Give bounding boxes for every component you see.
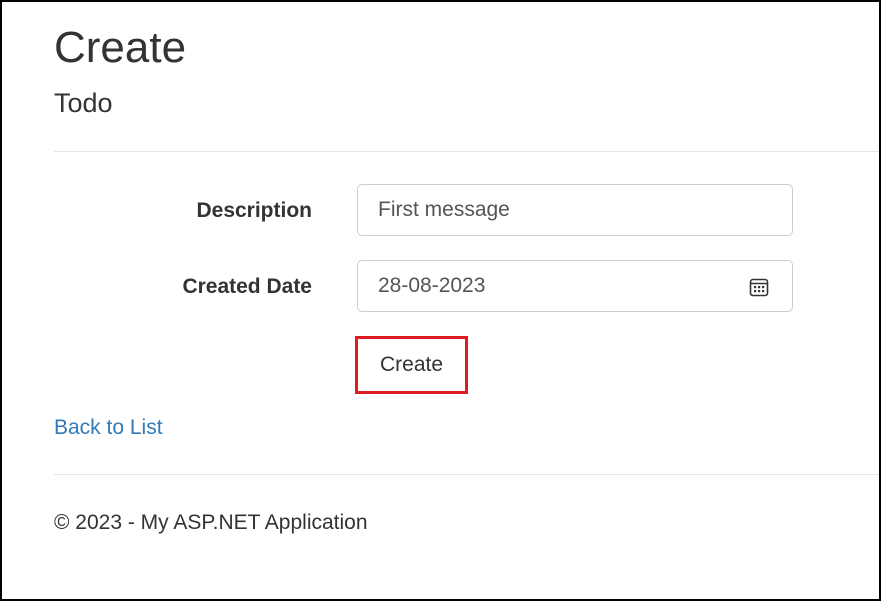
back-to-list-link[interactable]: Back to List [54, 414, 163, 442]
created-date-label: Created Date [182, 275, 312, 298]
created-date-input-value: 28-08-2023 [378, 274, 486, 297]
create-button-highlight: Create [355, 336, 468, 394]
description-input-value: First message [378, 198, 510, 221]
calendar-icon[interactable] [749, 277, 769, 297]
footer-divider [54, 474, 879, 475]
page-title: Create [54, 23, 187, 72]
header-divider [54, 151, 879, 152]
description-label: Description [196, 199, 312, 222]
footer-text: © 2023 - My ASP.NET Application [54, 511, 368, 534]
page-subtitle: Todo [54, 88, 113, 118]
create-button[interactable]: Create [358, 339, 465, 391]
created-date-input[interactable]: 28-08-2023 [357, 260, 793, 312]
app-window: Create Todo Description First message Cr… [0, 0, 881, 601]
description-input[interactable]: First message [357, 184, 793, 236]
